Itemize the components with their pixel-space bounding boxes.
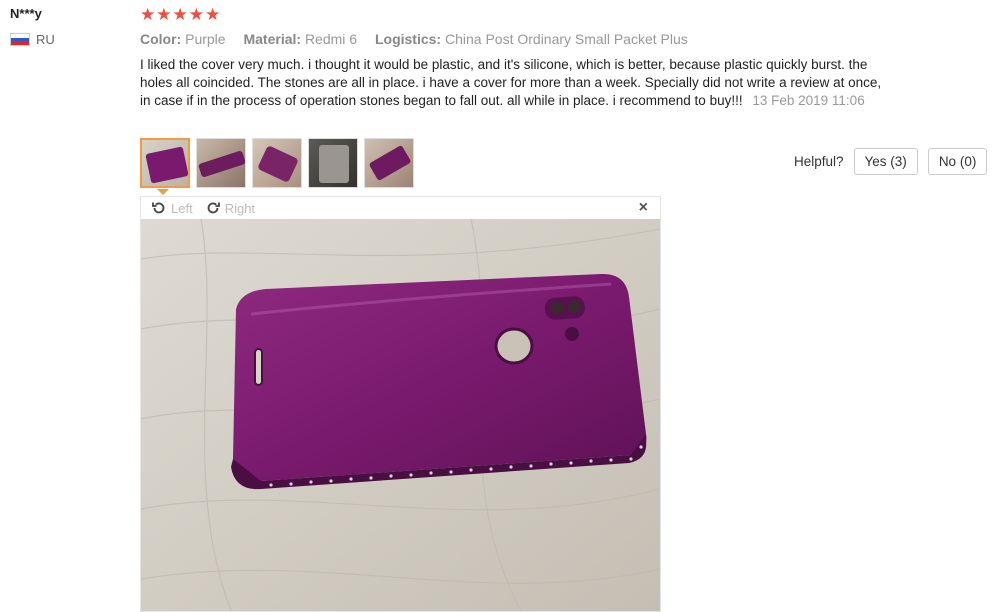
- rotate-right-label: Right: [224, 200, 256, 216]
- rotate-left-label: Left: [171, 200, 193, 216]
- thumbnail-5[interactable]: [364, 138, 414, 188]
- attr-key-logistics: Logistics:: [374, 31, 442, 47]
- viewer-toolbar: Left Right ×: [141, 197, 660, 219]
- rotate-right-button[interactable]: Right: [205, 200, 255, 216]
- active-thumbnail-pointer: [157, 189, 169, 195]
- attr-value-material: Redmi 6: [304, 31, 358, 47]
- order-attributes: Color: Purple Material: Redmi 6 Logistic…: [140, 31, 702, 47]
- attr-value-logistics: China Post Ordinary Small Packet Plus: [444, 31, 688, 47]
- review-body: I liked the cover very much. i thought i…: [140, 56, 890, 110]
- reviewer-name: N***y: [10, 6, 42, 21]
- thumbnail-4[interactable]: [308, 138, 358, 188]
- star-rating: ★★★★★: [140, 5, 222, 24]
- attr-key-material: Material:: [243, 31, 302, 47]
- helpful-yes-button[interactable]: Yes (3): [853, 148, 918, 175]
- rotate-right-icon: [207, 202, 220, 214]
- helpful-no-button[interactable]: No (0): [927, 148, 988, 175]
- review-thumbnails: [140, 138, 414, 188]
- helpful-label: Helpful?: [794, 154, 844, 169]
- review-photo: [141, 219, 660, 611]
- helpful-vote: Helpful? Yes (3) No (0): [794, 148, 988, 175]
- rotate-left-icon: [152, 202, 165, 214]
- image-viewer: Left Right ×: [140, 196, 661, 612]
- thumbnail-3[interactable]: [252, 138, 302, 188]
- phone-case-photo: [141, 219, 660, 611]
- thumbnail-1[interactable]: [140, 138, 190, 188]
- thumbnail-2[interactable]: [196, 138, 246, 188]
- viewer-close-button[interactable]: ×: [639, 199, 648, 217]
- attr-key-color: Color:: [140, 31, 182, 47]
- review-date: 13 Feb 2019 11:06: [752, 93, 865, 108]
- rotate-left-button[interactable]: Left: [151, 200, 193, 216]
- attr-value-color: Purple: [185, 31, 226, 47]
- country-code: RU: [36, 32, 55, 47]
- reviewer-country: RU: [10, 32, 55, 47]
- russia-flag-icon: [10, 33, 30, 46]
